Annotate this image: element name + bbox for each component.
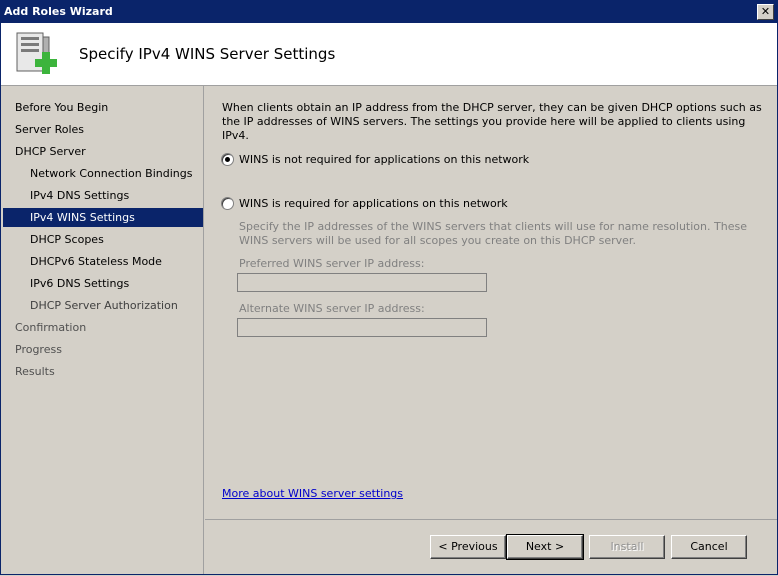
nav-label: Progress (15, 343, 62, 356)
nav-label: Confirmation (15, 321, 87, 334)
cancel-button[interactable]: Cancel (671, 535, 747, 559)
nav-label: Results (15, 365, 55, 378)
nav-progress: Progress (3, 340, 203, 359)
nav-network-connection-bindings[interactable]: Network Connection Bindings (3, 164, 203, 183)
title-bar: Add Roles Wizard ✕ (1, 1, 777, 23)
close-button[interactable]: ✕ (757, 4, 774, 20)
more-about-wins-link[interactable]: More about WINS server settings (222, 487, 403, 500)
nav-before-you-begin[interactable]: Before You Begin (3, 98, 203, 117)
server-roles-icon (16, 32, 57, 74)
wins-not-required-label[interactable]: WINS is not required for applications on… (239, 153, 529, 166)
wins-servers-description: Specify the IP addresses of the WINS ser… (239, 220, 747, 247)
nav-dhcp-server-authorization: DHCP Server Authorization (3, 296, 203, 315)
window-title: Add Roles Wizard (4, 5, 113, 18)
preferred-wins-ip-input[interactable] (237, 273, 487, 292)
wizard-header: Specify IPv4 WINS Server Settings (1, 23, 777, 86)
nav-label: DHCP Server (15, 145, 86, 158)
intro-text: When clients obtain an IP address from t… (222, 101, 762, 142)
nav-label: IPv6 DNS Settings (30, 277, 130, 290)
wizard-footer: < Previous Next > Install Cancel (205, 519, 777, 575)
wins-required-label[interactable]: WINS is required for applications on thi… (239, 197, 508, 210)
wizard-steps-nav: Before You Begin Server Roles DHCP Serve… (1, 86, 204, 574)
wizard-window: Add Roles Wizard ✕ Specify IPv4 WINS Ser… (0, 0, 778, 575)
nav-ipv4-dns-settings[interactable]: IPv4 DNS Settings (3, 186, 203, 205)
nav-label: IPv4 WINS Settings (30, 211, 135, 224)
nav-dhcp-scopes[interactable]: DHCP Scopes (3, 230, 203, 249)
alternate-wins-ip-input[interactable] (237, 318, 487, 337)
preferred-wins-label: Preferred WINS server IP address: (239, 257, 425, 270)
alternate-wins-label: Alternate WINS server IP address: (239, 302, 425, 315)
previous-button[interactable]: < Previous (430, 535, 506, 559)
nav-label: DHCPv6 Stateless Mode (30, 255, 162, 268)
wins-settings-panel: When clients obtain an IP address from t… (205, 86, 777, 520)
nav-label: IPv4 DNS Settings (30, 189, 130, 202)
nav-confirmation: Confirmation (3, 318, 203, 337)
nav-label: DHCP Scopes (30, 233, 104, 246)
nav-ipv6-dns-settings[interactable]: IPv6 DNS Settings (3, 274, 203, 293)
nav-server-roles[interactable]: Server Roles (3, 120, 203, 139)
nav-results: Results (3, 362, 203, 381)
nav-label: Network Connection Bindings (30, 167, 193, 180)
page-title: Specify IPv4 WINS Server Settings (79, 45, 336, 63)
wins-required-radio[interactable] (221, 197, 234, 210)
nav-label: Server Roles (15, 123, 85, 136)
nav-ipv4-wins-settings[interactable]: IPv4 WINS Settings (3, 208, 203, 227)
nav-dhcpv6-stateless-mode[interactable]: DHCPv6 Stateless Mode (3, 252, 203, 271)
nav-label: DHCP Server Authorization (30, 299, 178, 312)
wins-not-required-radio[interactable] (221, 153, 234, 166)
install-button: Install (589, 535, 665, 559)
close-icon: ✕ (760, 5, 771, 18)
nav-label: Before You Begin (15, 101, 109, 114)
nav-dhcp-server[interactable]: DHCP Server (3, 142, 203, 161)
next-button[interactable]: Next > (506, 534, 584, 560)
